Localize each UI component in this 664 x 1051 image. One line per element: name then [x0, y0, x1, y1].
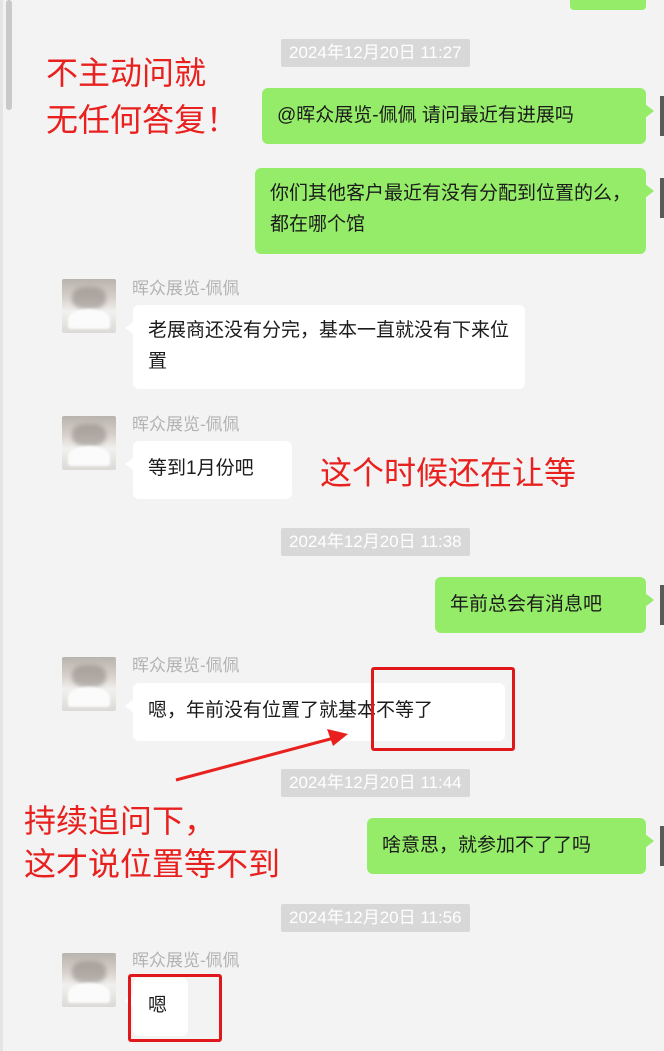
annotation-arrow — [175, 729, 348, 782]
chat-window: 2024年12月20日 11:27 @晖众展览-佩佩 请问最近有进展吗 你们其他… — [0, 0, 664, 1051]
